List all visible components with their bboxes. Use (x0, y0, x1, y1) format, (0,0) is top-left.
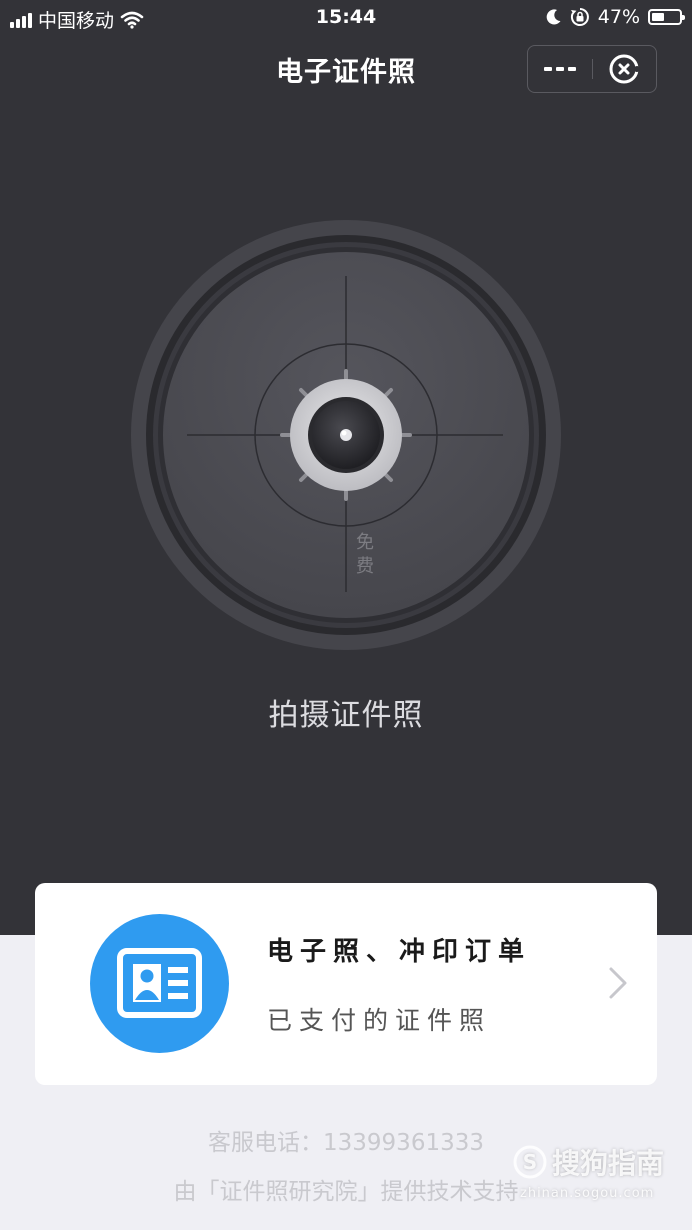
watermark: S 搜狗指南 zhinan.sogou.com (512, 1138, 682, 1208)
free-badge: 免 费 (356, 532, 374, 577)
battery-icon (648, 9, 685, 25)
orders-subtitle: 已支付的证件照 (267, 1006, 492, 1035)
id-card-icon (117, 948, 202, 1018)
svg-text:S: S (523, 1150, 537, 1174)
battery-percent: 47% (597, 6, 640, 28)
close-miniprogram-button[interactable] (593, 46, 657, 92)
battery-level (652, 13, 664, 21)
capture-button[interactable]: 免 费 (131, 220, 561, 650)
chevron-right-icon (609, 967, 627, 999)
more-icon (543, 67, 552, 71)
camera-dial (131, 220, 561, 650)
status-right: 47% (546, 6, 685, 28)
id-card-icon-circle (90, 914, 229, 1053)
miniprogram-capsule (527, 45, 657, 93)
moon-icon (546, 9, 561, 25)
watermark-brand: 搜狗指南 (552, 1147, 665, 1180)
watermark-url: zhinan.sogou.com (520, 1186, 655, 1201)
orders-title: 电子照、冲印订单 (267, 937, 532, 967)
status-bar: 中国移动 15:44 47% (0, 0, 692, 36)
orders-card[interactable]: 电子照、冲印订单 已支付的证件照 (35, 883, 657, 1085)
capture-label[interactable]: 拍摄证件照 (0, 690, 692, 734)
more-button[interactable] (528, 46, 592, 92)
sogou-logo-icon: S (513, 1145, 547, 1179)
rotation-lock-icon (570, 8, 589, 26)
watermark-logo: S 搜狗指南 (512, 1142, 664, 1182)
close-miniprogram-icon (609, 54, 641, 84)
